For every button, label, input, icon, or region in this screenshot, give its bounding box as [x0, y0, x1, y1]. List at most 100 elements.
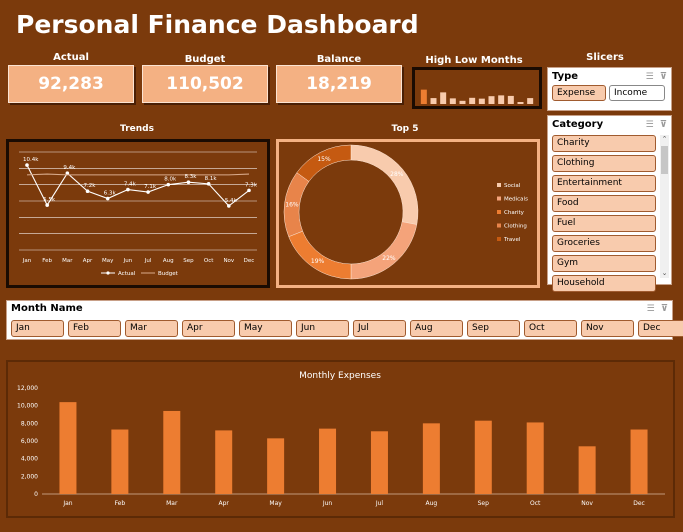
top5-legend-swatch-clothing: [497, 223, 501, 228]
high-low-bar-oct: [507, 95, 514, 104]
month-item-apr[interactable]: Apr: [182, 320, 235, 337]
high-low-bar-nov: [517, 102, 524, 104]
month-item-mar[interactable]: Mar: [125, 320, 178, 337]
top5-data-label: 22%: [382, 255, 396, 262]
trends-point-dec: [247, 188, 251, 193]
top5-data-label: 28%: [390, 171, 404, 178]
type-option-expense[interactable]: Expense: [552, 85, 606, 101]
trends-line-budget: [26, 173, 250, 176]
trends-data-label: 6.3k: [104, 191, 117, 197]
trends-data-label: 7.4k: [124, 182, 137, 188]
legend-actual-marker: [106, 271, 110, 275]
top5-slice-charity: [288, 230, 352, 280]
scroll-up-icon[interactable]: ⌃: [660, 135, 669, 144]
trends-point-feb: [45, 203, 49, 207]
month-item-may[interactable]: May: [239, 320, 292, 337]
balance-label: Balance: [316, 54, 362, 65]
trends-point-nov: [227, 204, 231, 208]
month-item-dec[interactable]: Dec: [638, 320, 683, 337]
month-item-nov[interactable]: Nov: [581, 320, 634, 337]
high-low-bar-jan: [420, 89, 427, 104]
monthly-bar-oct: [526, 422, 544, 494]
monthly-bar-jan: [59, 402, 77, 494]
trends-x-tick: Mar: [62, 258, 73, 264]
multi-select-icon[interactable]: ☰: [647, 304, 655, 314]
top5-legend-label: Social: [504, 183, 521, 189]
multi-select-icon[interactable]: ☰: [646, 72, 654, 82]
top5-legend-label: Travel: [503, 237, 521, 243]
monthly-y-tick: 0: [34, 491, 38, 498]
category-item-gym[interactable]: Gym: [552, 255, 656, 272]
trends-data-label: 8.0k: [164, 177, 177, 183]
high-low-bar-mar: [440, 92, 447, 104]
clear-filter-icon[interactable]: ⊽: [660, 72, 667, 82]
month-item-oct[interactable]: Oct: [524, 320, 577, 337]
monthly-bar-nov: [578, 446, 596, 494]
top5-legend-swatch-charity: [497, 210, 501, 214]
trends-point-may: [105, 196, 110, 201]
category-item-groceries[interactable]: Groceries: [552, 235, 656, 252]
monthly-bar-may: [267, 438, 285, 494]
top5-slice-social: [350, 144, 419, 225]
scroll-down-icon[interactable]: ⌄: [660, 269, 669, 278]
trends-chart: 10.4k 5.5k 9.4k 7.2k 6.3k 7.4k 7.1k 8.0k 8.3k 8.1…: [6, 139, 270, 288]
monthly-y-tick: 12,000: [17, 385, 38, 392]
trends-point-jul: [146, 190, 150, 194]
month-item-sep[interactable]: Sep: [467, 320, 520, 337]
category-item-household[interactable]: Household: [552, 275, 656, 292]
clear-filter-icon[interactable]: ⊽: [660, 120, 667, 130]
high-low-bar-jun: [469, 97, 476, 104]
month-item-jul[interactable]: Jul: [353, 320, 406, 337]
high-low-bar-sep: [498, 95, 505, 104]
high-low-svg: [420, 89, 534, 104]
top5-slice-medicals: [350, 221, 418, 280]
category-list: Charity Clothing Entertainment Food Fuel Groc…: [552, 135, 656, 295]
monthly-x-tick: Dec: [633, 500, 645, 507]
monthly-bar-jun: [319, 428, 337, 494]
category-item-fuel[interactable]: Fuel: [552, 215, 656, 232]
monthly-bar-apr: [215, 430, 233, 494]
month-item-aug[interactable]: Aug: [410, 320, 463, 337]
monthly-expenses-title: Monthly Expenses: [299, 371, 381, 381]
trends-data-label: 5.4k: [225, 198, 238, 204]
type-slicer-title: Type: [552, 71, 579, 82]
month-item-jan[interactable]: Jan: [11, 320, 64, 337]
actual-value: 92,283: [8, 65, 134, 103]
actual-label: Actual: [53, 52, 89, 63]
category-item-food[interactable]: Food: [552, 195, 656, 212]
high-low-bar-apr: [449, 98, 456, 104]
top5-data-label: 15%: [317, 156, 331, 163]
trends-x-tick: Feb: [42, 258, 52, 264]
trends-point-jun: [126, 187, 130, 192]
top5-legend-label: Clothing: [504, 224, 527, 230]
month-slicer-title: Month Name: [11, 303, 83, 314]
clear-filter-icon[interactable]: ⊽: [661, 304, 668, 314]
category-item-clothing[interactable]: Clothing: [552, 155, 656, 172]
budget-label: Budget: [184, 54, 226, 65]
top5-legend-swatch-travel: [497, 237, 501, 241]
high-low-chart: [412, 67, 542, 109]
monthly-y-tick: 2,000: [21, 473, 38, 480]
trends-point-oct: [206, 182, 211, 186]
type-option-income[interactable]: Income: [609, 85, 665, 101]
trends-x-tick: Aug: [163, 258, 174, 264]
monthly-y-tick: 4,000: [21, 456, 38, 463]
top5-data-label: 16%: [285, 202, 299, 209]
month-item-feb[interactable]: Feb: [68, 320, 121, 337]
category-item-charity[interactable]: Charity: [552, 135, 656, 152]
trends-point-sep: [186, 180, 191, 185]
monthly-bar-aug: [422, 423, 440, 494]
trends-data-label: 7.3k: [245, 182, 258, 188]
top5-legend-swatch-medicals: [497, 196, 501, 201]
trends-x-tick: Oct: [204, 258, 214, 264]
monthly-x-tick: Mar: [166, 500, 178, 507]
category-scrollbar[interactable]: ⌃ ⌄: [660, 135, 669, 278]
multi-select-icon[interactable]: ☰: [646, 120, 654, 130]
scroll-thumb[interactable]: [661, 146, 668, 174]
month-item-jun[interactable]: Jun: [296, 320, 349, 337]
monthly-bar-sep: [474, 420, 492, 494]
monthly-x-tick: Oct: [530, 500, 541, 507]
category-item-entertainment[interactable]: Entertainment: [552, 175, 656, 192]
monthly-x-tick: Apr: [219, 500, 230, 507]
monthly-x-tick: May: [269, 500, 282, 507]
